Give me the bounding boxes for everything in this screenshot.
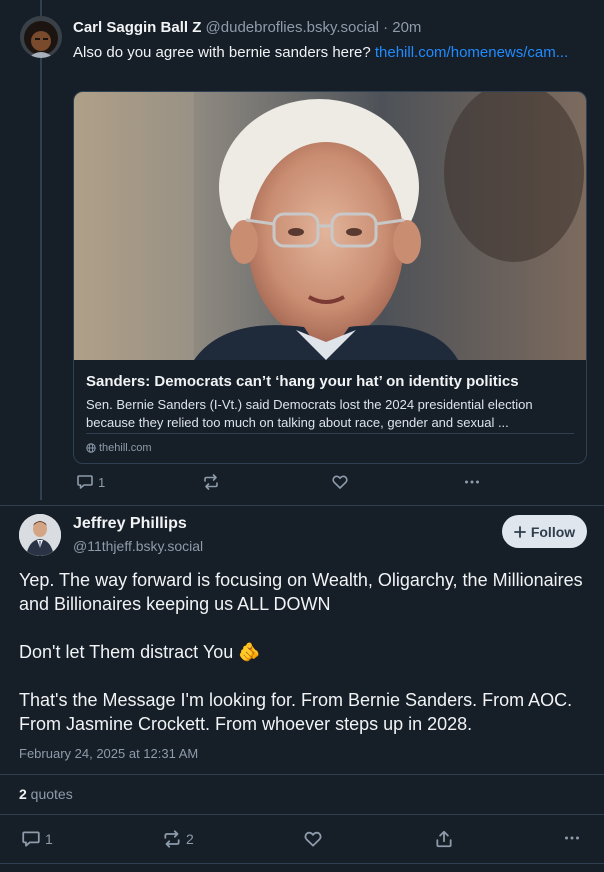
avatar[interactable] [19,514,61,556]
post-paragraph: That's the Message I'm looking for. From… [19,690,573,734]
bottom-divider [0,863,604,864]
more-icon [565,836,579,840]
like-button[interactable] [303,829,323,849]
repost-icon [164,830,180,848]
reply-button[interactable]: 1 [21,829,53,849]
repost-button[interactable] [202,473,220,491]
follow-button[interactable]: Follow [502,515,587,548]
post-divider [0,505,604,506]
link-card-divider [86,433,574,434]
link-card-domain: thehill.com [86,442,152,454]
avatar[interactable] [20,16,62,58]
link-card-description: Sen. Bernie Sanders (I-Vt.) said Democra… [86,397,533,430]
author-handle[interactable]: @11thjeff.bsky.social [73,538,203,554]
separator-dot: · [378,19,393,36]
like-icon [332,475,348,489]
post-time[interactable]: 20m [392,19,421,36]
share-button[interactable] [434,829,454,849]
follow-label: Follow [530,523,576,540]
timestamp-divider [0,774,604,775]
author-name[interactable]: Jeffrey Phillips [73,515,187,533]
reply-link[interactable]: thehill.com/homenews/cam... [375,44,568,61]
more-icon [465,480,479,484]
avatar-image [19,514,61,556]
post-text: Yep. The way forward is focusing on Weal… [19,568,589,736]
quotes-link[interactable]: 2 quotes [19,786,73,802]
reply-text-body: Also do you agree with bernie sanders he… [73,44,371,61]
quotes-label: quotes [26,786,73,802]
reply-icon [22,831,40,847]
link-card-body: Sanders: Democrats can’t ‘hang your hat’… [86,373,576,432]
author-handle[interactable]: @dudebroflies.bsky.social [206,19,379,36]
more-options-button[interactable] [463,473,481,491]
like-icon [304,831,322,847]
reply-post[interactable]: Carl Saggin Ball Z @dudebroflies.bsky.so… [0,0,604,506]
reply-button[interactable]: 1 [76,473,105,491]
post-paragraph: Yep. The way forward is focusing on Weal… [19,570,583,614]
globe-icon [86,443,96,453]
reply-actions: 1 [73,473,493,495]
post-actions: 1 2 [19,827,589,851]
reply-icon [77,475,93,489]
link-card-domain-text: thehill.com [99,442,152,454]
like-button[interactable] [331,473,349,491]
reply-count: 1 [45,831,53,847]
repost-icon [204,474,218,490]
author-name[interactable]: Carl Saggin Ball Z [73,19,201,36]
reply-count: 1 [98,474,106,490]
repost-button[interactable]: 2 [162,829,194,849]
share-icon [436,830,452,848]
post-timestamp[interactable]: February 24, 2025 at 12:31 AM [19,746,198,761]
avatar-image [20,16,62,58]
link-card[interactable]: Sanders: Democrats can’t ‘hang your hat’… [73,91,587,464]
repost-count: 2 [186,831,194,847]
reply-text: Also do you agree with bernie sanders he… [73,43,573,63]
post-paragraph: Don't let Them distract You 🫵 [19,642,261,662]
thread-connector-line [40,0,42,500]
more-options-button[interactable] [563,829,581,847]
reply-header: Carl Saggin Ball Z @dudebroflies.bsky.so… [73,19,421,36]
plus-icon [513,525,526,538]
link-card-title: Sanders: Democrats can’t ‘hang your hat’… [86,373,519,390]
quotes-divider [0,814,604,815]
quotes-count: 2 [19,786,27,802]
link-card-image [74,92,586,360]
